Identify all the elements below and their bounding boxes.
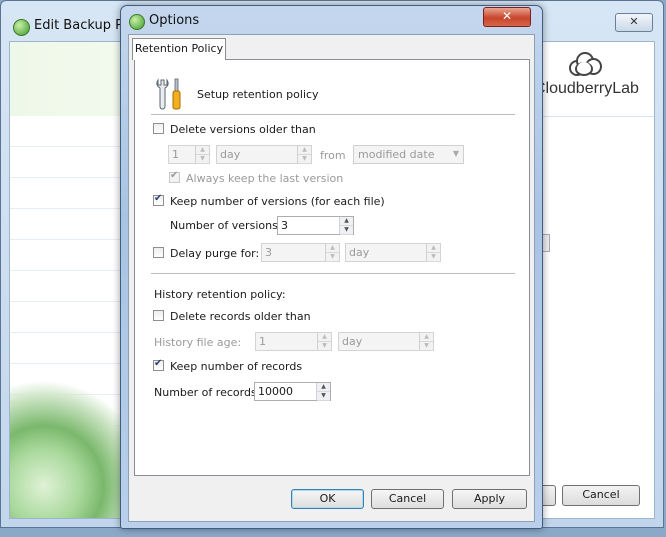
- number-of-versions-label: Number of versions:: [170, 219, 282, 232]
- bg-logo: CloudberryLab: [534, 52, 639, 98]
- cancel-button[interactable]: Cancel: [371, 489, 444, 509]
- number-of-versions-value: 3: [281, 219, 288, 232]
- apply-button[interactable]: Apply: [452, 489, 527, 509]
- logo-text: CloudberryLab: [534, 80, 639, 97]
- history-file-age-label: History file age:: [154, 336, 242, 349]
- delay-purge-unit-stepper[interactable]: day ▲ ▼: [345, 243, 441, 262]
- history-file-age-unit-stepper[interactable]: day ▲ ▼: [338, 332, 434, 351]
- spin-down-icon[interactable]: ▼: [298, 155, 311, 164]
- history-file-age-stepper[interactable]: 1 ▲ ▼: [255, 332, 332, 351]
- spin-up-icon[interactable]: ▲: [298, 146, 311, 155]
- spin-up-icon[interactable]: ▲: [427, 244, 440, 253]
- cloud-logo-icon: [567, 52, 602, 76]
- keep-versions-label: Keep number of versions (for each file): [170, 195, 385, 208]
- history-file-age-value: 1: [259, 335, 266, 348]
- tab-retention-policy[interactable]: Retention Policy: [132, 38, 226, 60]
- always-keep-last-checkbox[interactable]: [169, 170, 180, 183]
- history-heading: History retention policy:: [154, 288, 286, 301]
- delay-purge-checkbox[interactable]: [153, 247, 164, 258]
- delete-versions-unit: day: [220, 148, 241, 161]
- divider: [151, 273, 515, 274]
- number-of-records-value: 10000: [258, 385, 293, 398]
- delete-versions-label: Delete versions older than: [170, 123, 316, 136]
- delete-versions-unit-stepper[interactable]: day ▲ ▼: [216, 145, 312, 164]
- keep-records-checkbox[interactable]: [153, 358, 164, 371]
- spin-down-icon[interactable]: ▼: [196, 155, 209, 164]
- delay-purge-unit: day: [349, 246, 370, 259]
- app-icon: [13, 19, 30, 36]
- dialog-body: Retention Policy Setup retention policy …: [128, 34, 535, 522]
- delete-versions-checkbox[interactable]: [153, 123, 164, 134]
- spin-up-icon[interactable]: ▲: [196, 146, 209, 155]
- retention-policy-panel: Setup retention policy Delete versions o…: [134, 59, 530, 476]
- spin-up-icon[interactable]: ▲: [317, 383, 330, 392]
- spin-down-icon[interactable]: ▼: [326, 253, 339, 262]
- divider: [151, 114, 515, 115]
- ok-button[interactable]: OK: [291, 489, 364, 509]
- spin-down-icon[interactable]: ▼: [420, 342, 433, 351]
- spin-up-icon[interactable]: ▲: [340, 217, 353, 226]
- delay-purge-stepper[interactable]: 3 ▲ ▼: [261, 243, 340, 262]
- delay-purge-label: Delay purge for:: [170, 247, 260, 260]
- spin-up-icon[interactable]: ▲: [326, 244, 339, 253]
- number-of-versions-stepper[interactable]: 3 ▲ ▼: [277, 216, 354, 235]
- dialog-title: Options: [149, 13, 200, 28]
- always-keep-last-label: Always keep the last version: [186, 172, 344, 185]
- number-of-records-stepper[interactable]: 10000 ▲ ▼: [254, 382, 331, 401]
- dropdown-arrow-icon: ▼: [452, 149, 459, 158]
- spin-down-icon[interactable]: ▼: [317, 392, 330, 401]
- delete-records-label: Delete records older than: [170, 310, 311, 323]
- options-dialog: Options ✕ Retention Policy Setup retenti…: [120, 5, 543, 529]
- bg-close-button[interactable]: ✕: [615, 13, 653, 32]
- history-file-age-unit: day: [342, 335, 363, 348]
- keep-versions-checkbox[interactable]: [153, 193, 164, 206]
- spin-up-icon[interactable]: ▲: [420, 333, 433, 342]
- retention-header: Setup retention policy: [197, 88, 319, 101]
- delete-records-checkbox[interactable]: [153, 310, 164, 321]
- close-button[interactable]: ✕: [483, 7, 531, 27]
- bg-decorative-art: [10, 358, 122, 518]
- spin-down-icon[interactable]: ▼: [340, 226, 353, 235]
- bg-cancel-button[interactable]: Cancel: [562, 485, 640, 506]
- from-select-value: modified date: [358, 148, 435, 161]
- tools-icon: [156, 78, 181, 110]
- spin-down-icon[interactable]: ▼: [318, 342, 331, 351]
- delete-versions-stepper[interactable]: 1 ▲ ▼: [168, 145, 210, 164]
- from-select[interactable]: modified date ▼: [353, 145, 464, 164]
- keep-records-label: Keep number of records: [170, 360, 303, 373]
- delay-purge-value: 3: [265, 246, 272, 259]
- close-icon: ✕: [501, 9, 513, 23]
- from-label: from: [320, 149, 346, 162]
- app-icon: [129, 14, 145, 30]
- spin-down-icon[interactable]: ▼: [427, 253, 440, 262]
- spin-up-icon[interactable]: ▲: [318, 333, 331, 342]
- number-of-records-label: Number of records:: [154, 386, 261, 399]
- delete-versions-value: 1: [172, 148, 179, 161]
